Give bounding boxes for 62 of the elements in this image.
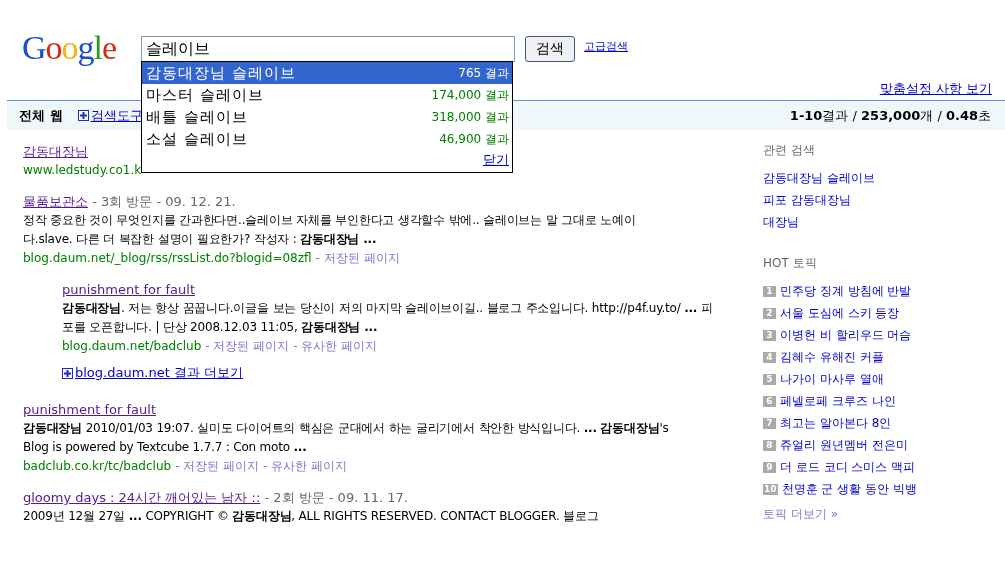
page-link[interactable]: - 저장된 페이지 <box>205 339 290 353</box>
suggestion-item[interactable]: 감동대장님 슬레이브 765 결과 <box>142 62 512 84</box>
result-url: badclub.co.kr/tc/badclub <box>23 459 172 473</box>
result-stats: 1-10결과 / 253,000개 / 0.48초 <box>789 106 991 125</box>
suggestion-item[interactable]: 마스터 슬레이브 174,000 결과 <box>142 84 512 106</box>
rank-badge: 5 <box>763 373 776 385</box>
result-title-link[interactable]: punishment for fault <box>62 282 195 297</box>
hot-topic-link[interactable]: 이병헌 비 할리우드 머슴 <box>780 324 912 346</box>
related-search-link[interactable]: 대장님 <box>763 211 799 233</box>
plus-icon[interactable] <box>77 110 89 121</box>
hot-topic-link[interactable]: 천명훈 군 생활 동안 빅뱅 <box>781 478 917 500</box>
all-web-label: 전체 웹 <box>19 106 63 125</box>
visit-info: - 3회 방문 - 09. 12. 21. <box>91 194 236 209</box>
rank-badge: 4 <box>763 351 776 363</box>
hot-topic-link[interactable]: 최고는 알아본다 8인 <box>780 412 892 434</box>
rank-badge: 10 <box>763 483 778 495</box>
page-link[interactable]: - 유사한 페이지 <box>293 339 378 353</box>
hot-topic-link[interactable]: 민주당 징계 방침에 반발 <box>780 280 912 302</box>
more-topics-link[interactable]: 토픽 더보기 » <box>763 506 838 523</box>
page-link[interactable]: - 유사한 페이지 <box>263 459 348 473</box>
plus-icon[interactable] <box>62 367 73 379</box>
related-searches-heading: 관련 검색 <box>763 142 815 159</box>
result-title-link[interactable]: punishment for fault <box>23 402 156 417</box>
hot-topic-link[interactable]: 더 로드 코디 스미스 맥피 <box>780 456 916 478</box>
search-button[interactable]: 검색 <box>525 36 575 62</box>
google-logo[interactable]: Google <box>22 28 141 68</box>
hot-topic-link[interactable]: 나가이 마사루 열애 <box>780 368 884 390</box>
rank-badge: 7 <box>763 417 776 429</box>
page-link[interactable]: - 저장된 페이지 <box>175 459 260 473</box>
rank-badge: 3 <box>763 329 776 341</box>
result-url: blog.daum.net/badclub <box>62 339 202 353</box>
hot-topics-heading: HOT 토픽 <box>763 255 817 272</box>
result-title-link[interactable]: 물품보관소 <box>23 194 88 209</box>
result-snippet: 감동대장님. 저는 항상 꿈꿉니다.이글을 보는 당신이 저의 마지막 슬레이브이길.. 블로그 주소입니다. http://p4f.uy.to/ ... 피포를 오픈합니다. | 단상 2008.12.03 11:05, 감동대장님 ... <box>62 300 714 336</box>
advanced-search-link[interactable]: 고급검색 <box>584 39 628 54</box>
rank-badge: 6 <box>763 395 776 407</box>
result-title-link[interactable]: gloomy days : 24시간 깨어있는 남자 :: <box>23 490 261 505</box>
result-url: www.ledstudy.co1.k <box>23 163 142 177</box>
result-snippet: 2009년 12월 27일 ... COPYRIGHT © 감동대장님, ALL RIGHTS RESERVED. CONTACT BLOGGER. 블로그 <box>23 508 600 525</box>
hot-topic-link[interactable]: 쥬얼리 원년멤버 전은미 <box>780 434 908 456</box>
rank-badge: 8 <box>763 439 776 451</box>
page-link[interactable]: - 저장된 페이지 <box>315 251 400 265</box>
rank-badge: 2 <box>763 307 776 319</box>
result-snippet: 정작 중요한 것이 무엇인지를 간과한다면..슬레이브 자체를 부인한다고 생각할수 밖에.. 슬레이브는 말 그대로 노예이다.slave. 다른 더 복잡한 설명이 필요한가? 작성자 : 감동대장님 ... <box>23 212 637 248</box>
hot-topic-link[interactable]: 페넬로페 크루즈 나인 <box>780 390 896 412</box>
search-field[interactable]: 슬레이브 <box>141 36 515 62</box>
preferences-link[interactable]: 맞춤설정 사항 보기 <box>879 80 992 100</box>
related-search-link[interactable]: 감동대장님 슬레이브 <box>763 167 875 189</box>
result-snippet: 감동대장님 2010/01/03 19:07. 실미도 다이어트의 핵심은 군대에서 하는 굴리기에서 착안한 방식입니다. ... 감동대장님's Blog is powered by Textcube 1.7.7 : Con moto ... <box>23 420 670 456</box>
more-results-link[interactable]: blog.daum.net 결과 더보기 <box>75 364 244 382</box>
result-title-link[interactable]: 감동대장님 <box>23 144 88 159</box>
rank-badge: 1 <box>763 285 776 297</box>
hot-topic-link[interactable]: 김혜수 유해진 커플 <box>780 346 884 368</box>
visit-info: - 2회 방문 - 09. 11. 17. <box>263 490 408 505</box>
related-search-link[interactable]: 피포 감동대장님 <box>763 189 851 211</box>
result-url: blog.daum.net/_blog/rss/rssList.do?blogid=08zfl <box>23 251 312 265</box>
search-tools-link[interactable]: 검색도구 <box>90 106 143 125</box>
rank-badge: 9 <box>763 461 776 473</box>
close-link[interactable]: 닫기 <box>483 152 509 167</box>
hot-topic-link[interactable]: 서울 도심에 스키 등장 <box>780 302 900 324</box>
suggestion-item[interactable]: 배틀 슬레이브 318,000 결과 <box>142 106 512 128</box>
suggestion-item[interactable]: 소설 슬레이브 46,900 결과 <box>142 128 512 150</box>
